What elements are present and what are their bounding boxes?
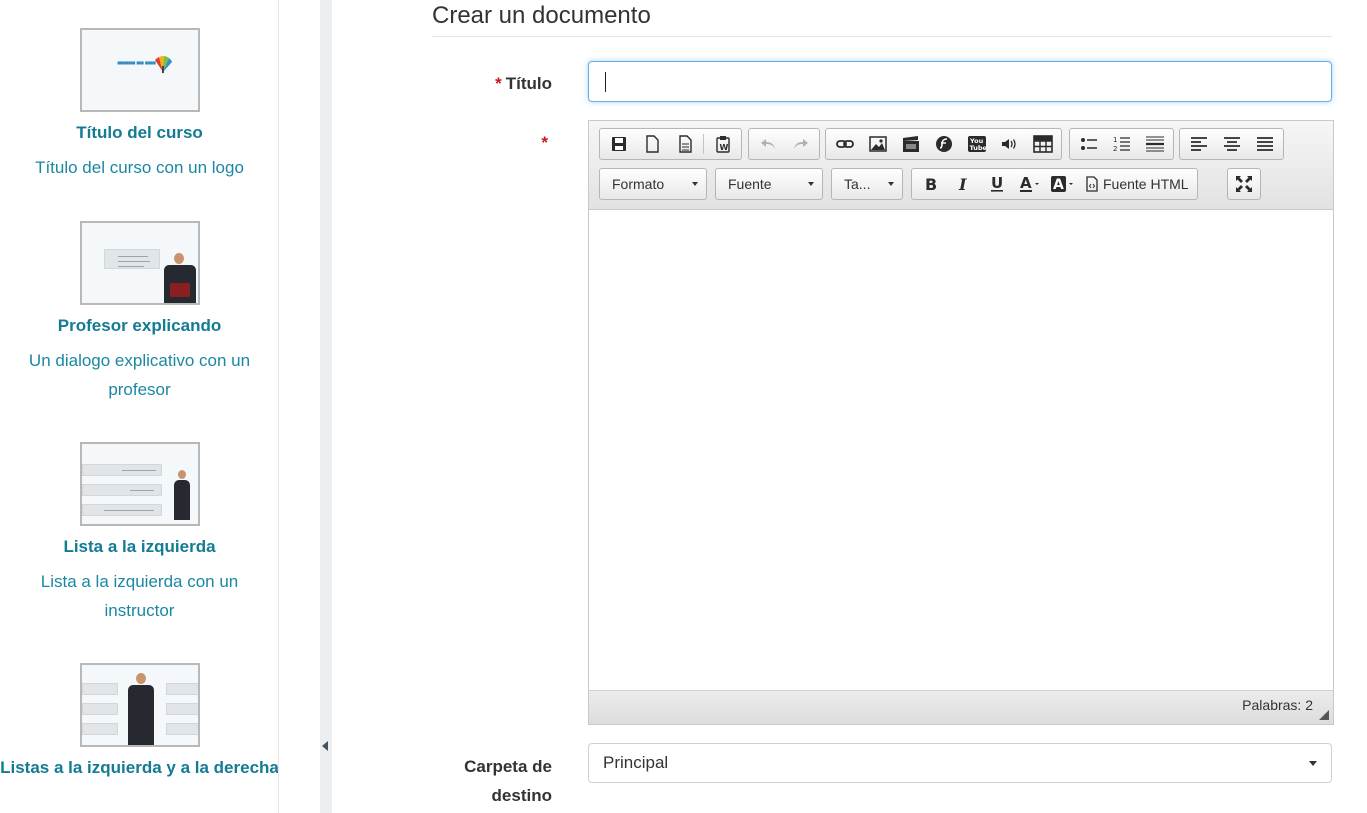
template-name[interactable]: Profesor explicando xyxy=(0,311,278,340)
save-icon[interactable] xyxy=(602,130,635,158)
chevron-down-icon xyxy=(888,182,894,186)
editor-statusbar: Palabras: 2 xyxy=(589,690,1333,724)
link-icon[interactable] xyxy=(828,130,861,158)
maximize-icon[interactable] xyxy=(1230,170,1258,198)
left-right-lists-thumbnail[interactable] xyxy=(79,663,200,747)
video-icon[interactable] xyxy=(894,130,927,158)
required-mark: * xyxy=(495,74,502,93)
sidebar-splitter[interactable] xyxy=(320,0,332,813)
chevron-down-icon xyxy=(808,182,814,186)
chevron-down-icon xyxy=(692,182,698,186)
title-divider xyxy=(432,36,1332,37)
svg-text:Tube: Tube xyxy=(969,144,987,152)
bulleted-list-icon[interactable] xyxy=(1072,130,1105,158)
paste-word-icon[interactable]: W xyxy=(706,130,739,158)
list-group: 12 xyxy=(1069,128,1174,160)
history-group xyxy=(748,128,820,160)
template-left-list[interactable]: Lista a la izquierda Lista a la izquierd… xyxy=(0,442,278,625)
required-mark: * xyxy=(541,133,548,152)
redo-icon[interactable] xyxy=(784,130,817,158)
image-icon[interactable] xyxy=(861,130,894,158)
teacher-explaining-thumbnail[interactable] xyxy=(79,221,200,305)
chevron-down-icon xyxy=(1309,761,1317,766)
template-description: Lista a la izquierda con un instructor xyxy=(40,572,239,620)
templates-sidebar: ▀▀▀▀▀ ▀▀ ▀▀▀ Título del curso Título del… xyxy=(0,0,279,813)
page-title: Crear un documento xyxy=(432,2,651,29)
youtube-icon[interactable]: You Tube xyxy=(960,130,993,158)
titulo-input[interactable] xyxy=(588,61,1332,102)
course-title-logo-thumbnail[interactable]: ▀▀▀▀▀ ▀▀ ▀▀▀ xyxy=(79,28,200,112)
template-description: Título del curso con un logo xyxy=(35,158,244,177)
template-name[interactable]: Título del curso xyxy=(0,118,278,147)
align-group xyxy=(1179,128,1284,160)
svg-text:1: 1 xyxy=(1113,136,1117,144)
align-justify-icon[interactable] xyxy=(1248,130,1281,158)
content-label: * xyxy=(430,130,552,156)
svg-text:A: A xyxy=(1053,177,1064,193)
svg-text:A: A xyxy=(1020,175,1032,192)
collapse-arrow-icon[interactable] xyxy=(322,741,328,751)
svg-text:2: 2 xyxy=(1113,145,1117,153)
maximize-group xyxy=(1227,168,1261,200)
template-course-title[interactable]: ▀▀▀▀▀ ▀▀ ▀▀▀ Título del curso Título del… xyxy=(0,28,278,182)
logo-icon: ▀▀▀▀▀ ▀▀ ▀▀▀ xyxy=(117,62,156,68)
editor-toolbar: W You Tube 1 2 Formato Fuente Ta... B I … xyxy=(589,121,1333,210)
resize-grip-icon[interactable] xyxy=(1319,710,1329,720)
logo-fan-icon xyxy=(154,55,172,73)
svg-text:I: I xyxy=(958,176,967,192)
format-dropdown[interactable]: Formato xyxy=(599,168,707,200)
horizontal-rule-icon[interactable] xyxy=(1138,130,1171,158)
svg-text:B: B xyxy=(925,176,937,192)
editor-content-area[interactable] xyxy=(589,211,1333,691)
underline-icon[interactable]: U xyxy=(980,170,1013,198)
text-caret xyxy=(605,72,606,92)
page: ▀▀▀▀▀ ▀▀ ▀▀▀ Título del curso Título del… xyxy=(0,0,1367,813)
audio-icon[interactable] xyxy=(993,130,1026,158)
left-list-thumbnail[interactable] xyxy=(79,442,200,526)
template-name[interactable]: Listas a la izquierda y a la derecha xyxy=(0,753,278,782)
numbered-list-icon[interactable]: 12 xyxy=(1105,130,1138,158)
template-teacher-explaining[interactable]: Profesor explicando Un dialogo explicati… xyxy=(0,221,278,404)
undo-icon[interactable] xyxy=(751,130,784,158)
source-icon xyxy=(1086,176,1098,192)
flash-icon[interactable] xyxy=(927,130,960,158)
svg-text:U: U xyxy=(991,175,1003,192)
source-button[interactable]: Fuente HTML xyxy=(1079,170,1195,198)
svg-text:W: W xyxy=(719,143,728,152)
template-name[interactable]: Lista a la izquierda xyxy=(0,532,278,561)
table-icon[interactable] xyxy=(1026,130,1059,158)
text-color-icon[interactable]: A xyxy=(1013,170,1046,198)
new-page-icon[interactable] xyxy=(635,130,668,158)
bold-icon[interactable]: B xyxy=(914,170,947,198)
template-left-right-lists[interactable]: Listas a la izquierda y a la derecha xyxy=(0,663,278,782)
align-left-icon[interactable] xyxy=(1182,130,1215,158)
template-description: Un dialogo explicativo con un profesor xyxy=(28,351,251,399)
titulo-label: * Título xyxy=(495,74,552,93)
font-dropdown[interactable]: Fuente xyxy=(715,168,823,200)
background-color-icon[interactable]: A xyxy=(1046,170,1079,198)
document-icon[interactable] xyxy=(668,130,701,158)
text-style-group: B I U A A Fuente HTML xyxy=(911,168,1198,200)
carpeta-label: Carpeta de destino xyxy=(464,757,552,805)
align-center-icon[interactable] xyxy=(1215,130,1248,158)
insert-group: You Tube xyxy=(825,128,1062,160)
word-count: Palabras: 2 xyxy=(1242,697,1313,713)
carpeta-select[interactable]: Principal xyxy=(588,743,1332,783)
rich-text-editor: W You Tube 1 2 Formato Fuente Ta... B I … xyxy=(588,120,1334,725)
size-dropdown[interactable]: Ta... xyxy=(831,168,903,200)
italic-icon[interactable]: I xyxy=(947,170,980,198)
document-group: W xyxy=(599,128,742,160)
